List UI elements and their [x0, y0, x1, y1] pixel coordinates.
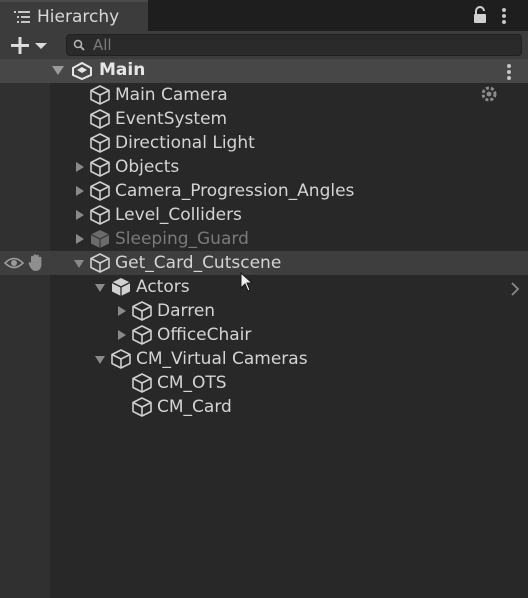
scene-menu-icon[interactable]	[506, 64, 512, 80]
cube-icon	[132, 325, 152, 345]
hierarchy-item[interactable]: Sleeping_Guard	[73, 227, 249, 251]
search-input[interactable]	[93, 35, 513, 55]
cube-icon	[90, 253, 110, 273]
toolbar	[0, 31, 528, 59]
expand-arrow-icon[interactable]	[73, 179, 85, 203]
tab-title: Hierarchy	[37, 7, 120, 27]
hierarchy-item-label: CM_Card	[157, 397, 232, 417]
cube-icon	[90, 109, 110, 129]
scene-name: Main	[99, 60, 146, 80]
expand-arrow-icon[interactable]	[73, 155, 85, 179]
hierarchy-item[interactable]: Camera_Progression_Angles	[73, 179, 354, 203]
unity-scene-icon	[72, 62, 92, 80]
visibility-gutter[interactable]	[0, 83, 50, 598]
hierarchy-item-label: Get_Card_Cutscene	[115, 253, 282, 273]
hierarchy-item-label: Darren	[157, 301, 216, 321]
tab-bar: Hierarchy	[0, 0, 528, 32]
expand-arrow-icon[interactable]	[115, 323, 127, 347]
hierarchy-item-label: Camera_Progression_Angles	[115, 181, 355, 201]
hierarchy-item[interactable]: Actors	[94, 275, 190, 299]
lock-icon[interactable]	[473, 6, 487, 24]
kebab-menu-icon[interactable]	[501, 8, 507, 24]
add-button[interactable]	[10, 35, 50, 57]
hierarchy-item[interactable]: CM_OTS	[115, 371, 227, 395]
collapse-arrow-icon[interactable]	[73, 251, 85, 275]
cube-icon	[132, 373, 152, 393]
scene-header-row[interactable]: Main	[0, 59, 528, 83]
cube-icon	[111, 349, 131, 369]
hand-pickability-icon[interactable]	[28, 253, 46, 272]
hierarchy-item-label: Objects	[115, 157, 180, 177]
eye-visibility-icon[interactable]	[4, 256, 24, 270]
cube-icon	[90, 133, 110, 153]
cube-icon	[90, 230, 110, 248]
cube-icon	[132, 397, 152, 417]
mouse-cursor-icon	[240, 272, 254, 292]
hierarchy-item-label: Level_Colliders	[115, 205, 242, 225]
tab-hierarchy[interactable]: Hierarchy	[0, 0, 148, 31]
cube-icon	[90, 85, 110, 105]
hierarchy-item[interactable]: CM_Virtual Cameras	[94, 347, 308, 371]
hierarchy-item[interactable]: CM_Card	[115, 395, 232, 419]
hierarchy-item-label: OfficeChair	[157, 325, 252, 345]
hierarchy-item-label: Directional Light	[115, 133, 255, 153]
prefab-cube-icon	[111, 278, 131, 296]
collapse-arrow-icon[interactable]	[94, 275, 106, 299]
hierarchy-item-label: Sleeping_Guard	[115, 229, 249, 249]
cube-icon	[90, 181, 110, 201]
hierarchy-item[interactable]: Darren	[115, 299, 215, 323]
hierarchy-item-label: CM_OTS	[157, 373, 227, 393]
hierarchy-item[interactable]: Main Camera	[73, 83, 228, 107]
plus-icon	[11, 37, 29, 54]
list-icon	[14, 11, 30, 23]
hierarchy-item-label: CM_Virtual Cameras	[136, 349, 308, 369]
search-icon	[73, 39, 85, 51]
dropdown-caret-icon	[35, 43, 47, 49]
camera-gizmo-icon	[481, 86, 497, 102]
scene-expand-arrow-icon[interactable]	[52, 66, 64, 75]
cube-icon	[132, 301, 152, 321]
collapse-arrow-icon[interactable]	[94, 347, 106, 371]
chevron-right-icon[interactable]	[510, 282, 520, 296]
expand-arrow-icon[interactable]	[73, 203, 85, 227]
hierarchy-item[interactable]: Directional Light	[73, 131, 255, 155]
hierarchy-item[interactable]: Level_Colliders	[73, 203, 242, 227]
hierarchy-item[interactable]: EventSystem	[73, 107, 227, 131]
cube-icon	[90, 157, 110, 177]
search-field[interactable]	[66, 34, 522, 56]
hierarchy-item[interactable]: OfficeChair	[115, 323, 251, 347]
expand-arrow-icon[interactable]	[115, 299, 127, 323]
hierarchy-item-label: EventSystem	[115, 109, 228, 129]
hierarchy-item-label: Actors	[136, 277, 190, 297]
expand-arrow-icon[interactable]	[73, 227, 85, 251]
hierarchy-item[interactable]: Objects	[73, 155, 179, 179]
hierarchy-item-label: Main Camera	[115, 85, 228, 105]
cube-icon	[90, 205, 110, 225]
